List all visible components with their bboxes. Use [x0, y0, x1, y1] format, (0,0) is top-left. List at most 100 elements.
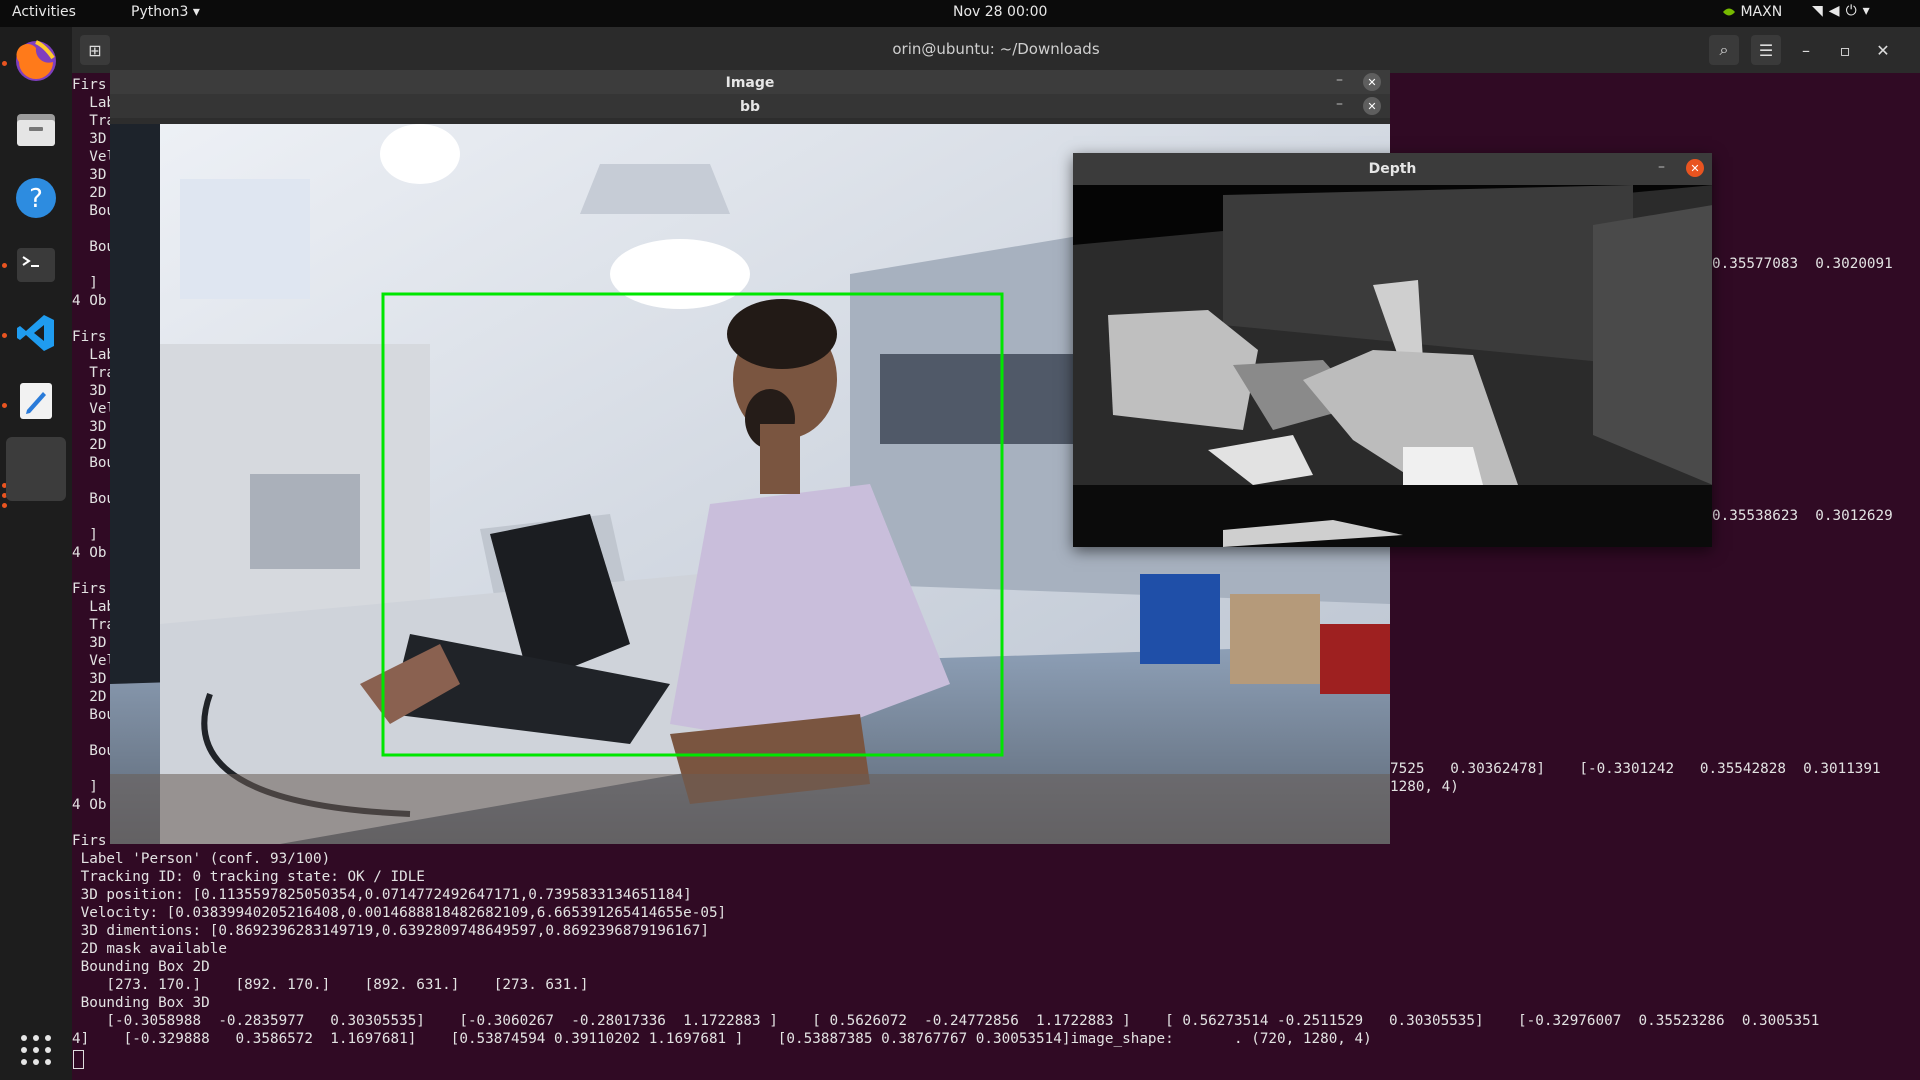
terminal-line: Tra — [72, 365, 116, 381]
terminal-line: 3D — [72, 419, 107, 435]
text-editor-icon[interactable] — [6, 371, 66, 431]
terminal-line: ] — [72, 275, 98, 291]
terminal-line: [-0.3058988 -0.2835977 0.30305535] [-0.3… — [72, 1013, 1820, 1029]
terminal-titlebar: orin@ubuntu: ~/Downloads ⊞ ⌕ ☰ – ▫ ✕ — [72, 27, 1920, 73]
terminal-line: 4 Ob — [72, 797, 107, 813]
power-mode-indicator[interactable]: MAXN — [1722, 4, 1782, 20]
firefox-icon[interactable] — [6, 31, 66, 91]
terminal-line: Bou — [72, 203, 116, 219]
terminal-line: [273. 170.] [892. 170.] [892. 631.] [273… — [72, 977, 589, 993]
terminal-line: Bou — [72, 707, 116, 723]
chevron-down-icon: ▾ — [1862, 3, 1876, 19]
close-icon[interactable]: ✕ — [1868, 35, 1898, 65]
terminal-icon[interactable] — [6, 235, 66, 295]
terminal-line: 3D — [72, 383, 107, 399]
terminal-line: ] — [72, 779, 98, 795]
dock: ? — [0, 27, 72, 1080]
svg-text:?: ? — [29, 184, 43, 214]
minimize-icon[interactable]: – — [1336, 96, 1343, 112]
terminal-line: Lab — [72, 599, 116, 615]
terminal-line: Firs — [72, 833, 107, 849]
terminal-line: 4 Ob — [72, 293, 107, 309]
close-icon[interactable]: ✕ — [1686, 159, 1704, 177]
depth-image — [1073, 185, 1712, 547]
running-indicator — [2, 503, 7, 508]
terminal-line: Vel — [72, 401, 116, 417]
top-bar: Activities Python3 ▾ Nov 28 00:00 MAXN ◥… — [0, 0, 1920, 27]
terminal-line: Lab — [72, 347, 116, 363]
terminal-line: 3D position: [0.1135597825050354,0.07147… — [72, 887, 692, 903]
terminal-line: Firs — [72, 77, 107, 93]
terminal-line: Bounding Box 3D — [72, 995, 210, 1011]
terminal-output-bottom: Label 'Person' (conf. 93/100) Tracking I… — [72, 850, 1819, 1048]
menu-icon[interactable]: ☰ — [1751, 35, 1781, 65]
terminal-line: Bounding Box 2D — [72, 959, 210, 975]
image-window-title: Image — [110, 70, 1390, 94]
terminal-line: 3D — [72, 671, 107, 687]
terminal-line: Bou — [72, 455, 116, 471]
terminal-line: 4 Ob — [72, 545, 107, 561]
maximize-icon[interactable]: ▫ — [1830, 35, 1860, 65]
terminal-line: 3D — [72, 167, 107, 183]
terminal-line: Tra — [72, 113, 116, 129]
vscode-icon[interactable] — [6, 303, 66, 363]
image-window[interactable]: Image – ✕ — [110, 70, 1390, 94]
terminal-line: Bou — [72, 239, 116, 255]
terminal-output-right: 0.35538623 0.3012629 — [1712, 508, 1893, 524]
minimize-icon[interactable]: – — [1791, 35, 1821, 65]
help-icon[interactable]: ? — [6, 168, 66, 228]
terminal-line: 2D mask available — [72, 941, 227, 957]
terminal-output-right: 1280, 4) — [1390, 779, 1459, 795]
python-app-icon[interactable] — [6, 437, 66, 501]
close-icon[interactable]: ✕ — [1363, 97, 1381, 115]
close-icon[interactable]: ✕ — [1363, 73, 1381, 91]
terminal-line: Bou — [72, 743, 116, 759]
terminal-cursor — [73, 1050, 84, 1069]
terminal-line: Bou — [72, 491, 116, 507]
terminal-line: 4] [-0.329888 0.3586572 1.1697681] [0.53… — [72, 1031, 1372, 1047]
search-icon[interactable]: ⌕ — [1709, 35, 1739, 65]
terminal-line: 2D — [72, 689, 107, 705]
terminal-line: Velocity: [0.03839940205216408,0.0014688… — [72, 905, 727, 921]
new-tab-icon[interactable]: ⊞ — [80, 35, 110, 65]
power-mode-label: MAXN — [1740, 4, 1783, 20]
terminal-line: Firs — [72, 329, 107, 345]
terminal-line: Label 'Person' (conf. 93/100) — [72, 851, 331, 867]
terminal-line: Vel — [72, 149, 116, 165]
nvidia-icon — [1723, 8, 1735, 16]
terminal-output-right: 7525 0.30362478] [-0.3301242 0.35542828 … — [1390, 761, 1881, 777]
show-applications-icon[interactable] — [6, 1020, 66, 1080]
terminal-output-left: Firs Lab Tra 3D Vel 3D 2D Bou Bou ] 4 Ob … — [72, 76, 115, 850]
bb-window-title: bb — [110, 94, 1390, 118]
terminal-title: orin@ubuntu: ~/Downloads — [892, 40, 1100, 58]
activities-button[interactable]: Activities — [12, 4, 76, 20]
depth-window[interactable]: Depth – ✕ — [1073, 153, 1712, 547]
app-menu[interactable]: Python3 ▾ — [131, 4, 200, 20]
terminal-line: Tra — [72, 617, 116, 633]
volume-icon: ◀ — [1828, 3, 1846, 19]
system-tray[interactable]: ◥◀⏻▾ — [1812, 3, 1876, 19]
terminal-line: 3D — [72, 635, 107, 651]
terminal-line: 3D — [72, 131, 107, 147]
terminal-output-right: 0.35577083 0.3020091 — [1712, 256, 1893, 272]
depth-window-title: Depth — [1368, 161, 1417, 177]
terminal-line: ] — [72, 527, 98, 543]
terminal-line: Firs — [72, 581, 107, 597]
minimize-icon[interactable]: – — [1336, 72, 1343, 88]
wifi-icon: ◥ — [1812, 3, 1829, 19]
power-icon: ⏻ — [1845, 3, 1863, 19]
clock[interactable]: Nov 28 00:00 — [953, 4, 1047, 20]
terminal-line: Tracking ID: 0 tracking state: OK / IDLE — [72, 869, 425, 885]
files-icon[interactable] — [6, 100, 66, 160]
terminal-line: Lab — [72, 95, 116, 111]
terminal-line: 3D dimentions: [0.8692396283149719,0.639… — [72, 923, 709, 939]
minimize-icon[interactable]: – — [1658, 159, 1665, 175]
